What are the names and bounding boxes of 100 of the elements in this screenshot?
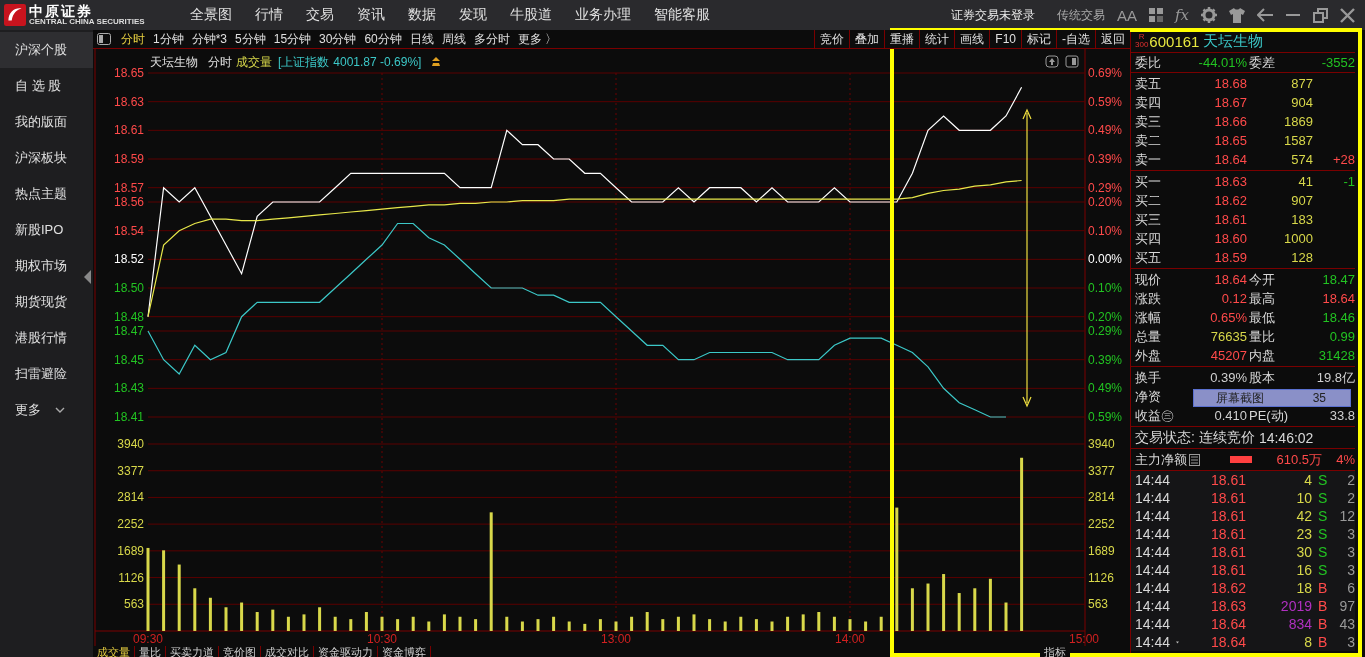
list-icon[interactable] bbox=[1189, 453, 1200, 466]
period-tab[interactable]: 多分时 bbox=[469, 30, 514, 48]
collapse-icon[interactable] bbox=[84, 270, 91, 284]
trade-count: 43 bbox=[1338, 616, 1355, 632]
sidebar-item[interactable]: 沪深板块 bbox=[0, 140, 93, 176]
account-status[interactable]: 证券交易未登录 bbox=[950, 6, 1035, 24]
volume-bar bbox=[910, 588, 914, 631]
volume-bar bbox=[224, 607, 228, 631]
field-label: 主力净额 bbox=[1135, 450, 1187, 469]
order-level-label: 卖一 bbox=[1135, 150, 1162, 169]
field-value: 18.46 bbox=[1321, 310, 1355, 325]
font-size-button[interactable]: AA bbox=[1116, 6, 1137, 24]
trade-time: 14:44 bbox=[1135, 616, 1171, 632]
nav-menu-item[interactable]: 资讯 bbox=[357, 6, 385, 24]
field-value: 18.47 bbox=[1321, 272, 1355, 287]
order-level-label: 买二 bbox=[1135, 191, 1162, 210]
period-tab[interactable]: 周线 bbox=[437, 30, 470, 48]
sidebar-item[interactable]: 沪深个股 bbox=[0, 32, 93, 68]
trade-side: B bbox=[1317, 616, 1329, 632]
sidebar-item[interactable]: 期权市场 bbox=[0, 248, 93, 284]
sidebar-item[interactable]: 港股行情 bbox=[0, 320, 93, 356]
volume-bar bbox=[942, 574, 946, 631]
sidebar-item[interactable]: 更多 bbox=[0, 392, 93, 428]
field-label: 今开 bbox=[1248, 270, 1276, 289]
period-tab[interactable]: 分钟*3 bbox=[187, 30, 232, 48]
trade-time: 14:44 bbox=[1135, 634, 1171, 650]
volume-bar bbox=[208, 597, 212, 631]
shirt-icon[interactable] bbox=[1229, 7, 1245, 23]
period-tab[interactable]: 1分钟 bbox=[149, 30, 188, 48]
axis-label: 18.59 bbox=[113, 152, 144, 166]
layout-icon[interactable] bbox=[1149, 8, 1163, 22]
trade-time: 14:44 bbox=[1135, 472, 1171, 488]
trade-price: 18.64 bbox=[1209, 634, 1246, 650]
period-tab[interactable]: 5分钟 bbox=[231, 30, 270, 48]
period-tab[interactable]: 30分钟 bbox=[315, 30, 361, 48]
toolbar-button[interactable]: 叠加 bbox=[849, 30, 885, 48]
field-label: 最高 bbox=[1248, 289, 1276, 308]
volume-bar bbox=[255, 612, 259, 631]
status-label: 交易状态: bbox=[1135, 428, 1195, 447]
period-tab[interactable]: 更多 〉 bbox=[513, 30, 562, 48]
axis-label: 3940 bbox=[1088, 437, 1115, 451]
sidebar-item[interactable]: 自 选 股 bbox=[0, 68, 93, 104]
volume-bar bbox=[302, 614, 306, 631]
period-tab[interactable]: 60分钟 bbox=[360, 30, 406, 48]
order-price: 18.61 bbox=[1213, 212, 1247, 227]
panel-toggle-icon[interactable] bbox=[97, 33, 111, 45]
trade-count: 97 bbox=[1338, 598, 1355, 614]
sidebar-item[interactable]: 热点主题 bbox=[0, 176, 93, 212]
formula-button[interactable]: fx bbox=[1175, 6, 1189, 24]
volume-bar bbox=[864, 621, 868, 631]
sidebar-item[interactable]: 我的版面 bbox=[0, 104, 93, 140]
order-price: 18.66 bbox=[1213, 114, 1247, 129]
nav-menu-item[interactable]: 智能客服 bbox=[654, 6, 710, 24]
trade-volume: 18 bbox=[1295, 580, 1312, 596]
nav-menu-item[interactable]: 全景图 bbox=[190, 6, 232, 24]
nav-menu-item[interactable]: 交易 bbox=[306, 6, 334, 24]
chevron-down-icon bbox=[55, 407, 65, 413]
field-label: 收益㊂ bbox=[1135, 406, 1175, 425]
field-label: 委比 bbox=[1135, 53, 1162, 72]
indicator-button[interactable]: 指标 bbox=[1040, 646, 1070, 657]
nav-menu-item[interactable]: 行情 bbox=[255, 6, 283, 24]
volume-bar bbox=[988, 578, 992, 631]
nav-menu-item[interactable]: 牛股道 bbox=[510, 6, 552, 24]
expand-up-icon[interactable] bbox=[1045, 55, 1059, 68]
volume-bar bbox=[645, 612, 649, 631]
tooltip-label: 屏幕截图 bbox=[1216, 389, 1264, 407]
axis-label: 1689 bbox=[117, 543, 144, 558]
trade-price: 18.64 bbox=[1209, 616, 1246, 632]
close-icon[interactable] bbox=[1340, 7, 1355, 23]
sidebar-item[interactable]: 期货现货 bbox=[0, 284, 93, 320]
volume-bar bbox=[1004, 602, 1008, 631]
chart-mode: 分时 bbox=[208, 55, 232, 69]
axis-label: 0.69% bbox=[1088, 66, 1123, 80]
weight-icon[interactable] bbox=[432, 57, 440, 66]
settings-icon[interactable] bbox=[1201, 7, 1217, 23]
nav-menu-item[interactable]: 发现 bbox=[459, 6, 487, 24]
axis-label: 2814 bbox=[1088, 490, 1115, 505]
nav-menu-item[interactable]: 业务办理 bbox=[575, 6, 631, 24]
flow-percent: 4% bbox=[1335, 452, 1355, 467]
toolbar-button[interactable]: 竞价 bbox=[814, 30, 850, 48]
volume-bar bbox=[786, 616, 790, 631]
trade-mode-link[interactable]: 传统交易 bbox=[1056, 6, 1105, 24]
restore-icon[interactable] bbox=[1313, 7, 1328, 23]
period-tab[interactable]: 分时 bbox=[117, 30, 149, 48]
nav-menu-item[interactable]: 数据 bbox=[408, 6, 436, 24]
axis-label: 18.45 bbox=[113, 352, 144, 367]
volume-bar bbox=[442, 614, 446, 631]
order-volume: 907 bbox=[1290, 193, 1313, 208]
sidebar-item[interactable]: 扫雷避险 bbox=[0, 356, 93, 392]
panel-toggle-icon[interactable] bbox=[1065, 55, 1079, 68]
status-time: 14:46:02 bbox=[1258, 429, 1314, 446]
order-volume: 1869 bbox=[1283, 114, 1313, 129]
back-arrow-icon[interactable] bbox=[1257, 8, 1273, 22]
axis-label: 18.56 bbox=[113, 195, 144, 209]
volume-bar bbox=[474, 619, 478, 631]
field-label: 现价 bbox=[1135, 270, 1162, 289]
period-tab[interactable]: 日线 bbox=[405, 30, 438, 48]
volume-bar bbox=[817, 612, 821, 631]
sidebar-item[interactable]: 新股IPO bbox=[0, 212, 93, 248]
period-tab[interactable]: 15分钟 bbox=[269, 30, 316, 48]
